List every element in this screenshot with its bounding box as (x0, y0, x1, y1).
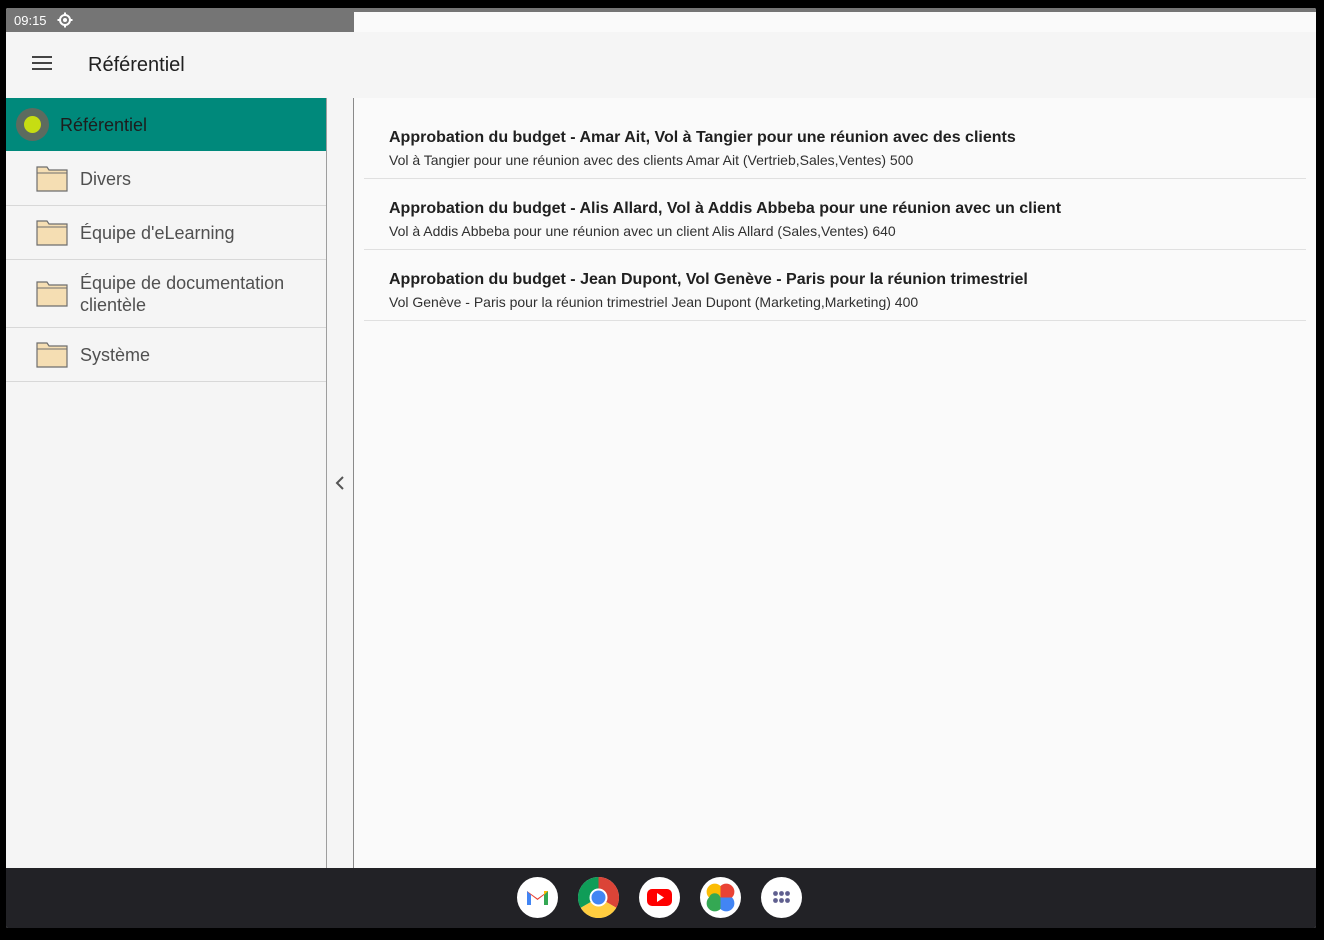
page-title: Référentiel (88, 54, 185, 76)
photos-icon[interactable] (700, 877, 741, 918)
tree-root-label: Référentiel (60, 115, 148, 135)
chrome-icon[interactable] (578, 877, 619, 918)
item-title: Approbation du budget - Jean Dupont, Vol… (389, 271, 1028, 288)
hamburger-menu-icon[interactable] (32, 56, 52, 72)
item-subtitle: Vol à Addis Abbeba pour une réunion avec… (389, 223, 896, 239)
folder-label: Système (80, 345, 151, 365)
folder-item-elearning[interactable]: Équipe d'eLearning (6, 206, 326, 260)
tree-root-referentiel[interactable]: Référentiel (6, 98, 326, 151)
folder-label: Équipe de documentation clientèle (80, 273, 285, 315)
status-bar: 09:15 (6, 8, 1316, 782)
settings-gear-icon (57, 12, 73, 28)
folder-item-divers[interactable]: Divers (6, 151, 326, 206)
folder-label: Divers (80, 169, 132, 189)
folder-icon (36, 220, 68, 246)
app-bar: Référentiel (6, 32, 1316, 98)
item-title: Approbation du budget - Alis Allard, Vol… (389, 200, 1062, 217)
device-screen: 09:15 Référentiel Référentiel Divers Équ… (6, 8, 1316, 928)
folder-icon (36, 281, 68, 307)
panel-divider[interactable] (327, 98, 354, 868)
folder-item-systeme[interactable]: Système (6, 328, 326, 382)
youtube-icon[interactable] (639, 877, 680, 918)
item-title: Approbation du budget - Amar Ait, Vol à … (389, 129, 1016, 146)
apps-icon[interactable] (761, 877, 802, 918)
document-list: Approbation du budget - Amar Ait, Vol à … (354, 98, 1316, 868)
gmail-icon[interactable] (517, 877, 558, 918)
list-item[interactable]: Approbation du budget - Amar Ait, Vol à … (364, 108, 1306, 179)
chevron-left-icon[interactable] (334, 476, 346, 490)
folder-item-documentation[interactable]: Équipe de documentation clientèle (6, 260, 326, 328)
list-item[interactable]: Approbation du budget - Jean Dupont, Vol… (364, 250, 1306, 321)
folder-icon (36, 166, 68, 192)
clock: 09:15 (14, 13, 47, 28)
item-subtitle: Vol à Tangier pour une réunion avec des … (389, 152, 914, 168)
item-subtitle: Vol Genève - Paris pour la réunion trime… (389, 294, 919, 310)
folder-tree-panel: Référentiel Divers Équipe d'eLearning Éq… (6, 98, 327, 868)
list-item[interactable]: Approbation du budget - Alis Allard, Vol… (364, 179, 1306, 250)
dock-bar (6, 868, 1316, 928)
repository-status-icon (16, 108, 49, 141)
folder-icon (36, 342, 68, 368)
folder-label: Équipe d'eLearning (80, 223, 235, 243)
